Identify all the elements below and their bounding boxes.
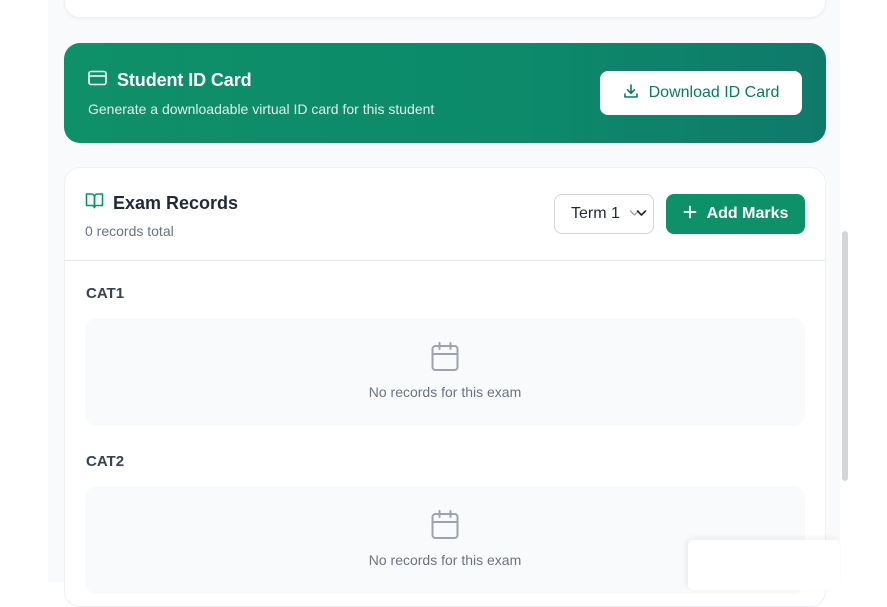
open-book-icon <box>85 192 104 214</box>
floating-panel <box>688 540 840 590</box>
empty-state-message: No records for this exam <box>368 384 522 400</box>
exam-records-title-row: Exam Records <box>85 192 238 214</box>
id-card-title: Student ID Card <box>117 70 252 90</box>
empty-state-box: No records for this exam <box>85 318 805 426</box>
student-id-card-banner: Student ID Card Generate a downloadable … <box>64 43 826 143</box>
exam-section-label: CAT1 <box>86 285 125 302</box>
download-id-card-label: Download ID Card <box>648 84 780 101</box>
download-icon <box>623 83 639 104</box>
calendar-icon <box>431 510 459 545</box>
records-count: 0 records total <box>85 223 174 239</box>
term-select[interactable]: Term 1 <box>554 194 654 234</box>
chevron-down-icon <box>629 207 647 226</box>
add-marks-label: Add Marks <box>706 205 789 222</box>
id-card-title-row: Student ID Card <box>88 70 252 91</box>
calendar-icon <box>431 342 459 377</box>
exam-records-title: Exam Records <box>113 192 239 213</box>
term-select-value: Term 1 <box>571 205 620 222</box>
download-id-card-button[interactable]: Download ID Card <box>600 71 802 115</box>
previous-card <box>64 0 826 18</box>
scrollbar-thumb[interactable] <box>842 231 848 481</box>
exam-section-label: CAT2 <box>86 453 125 470</box>
header-divider <box>65 260 825 261</box>
add-marks-button[interactable]: Add Marks <box>666 194 805 234</box>
id-card-subtitle: Generate a downloadable virtual ID card … <box>88 101 435 117</box>
credit-card-icon <box>88 70 107 91</box>
plus-icon <box>683 205 697 224</box>
